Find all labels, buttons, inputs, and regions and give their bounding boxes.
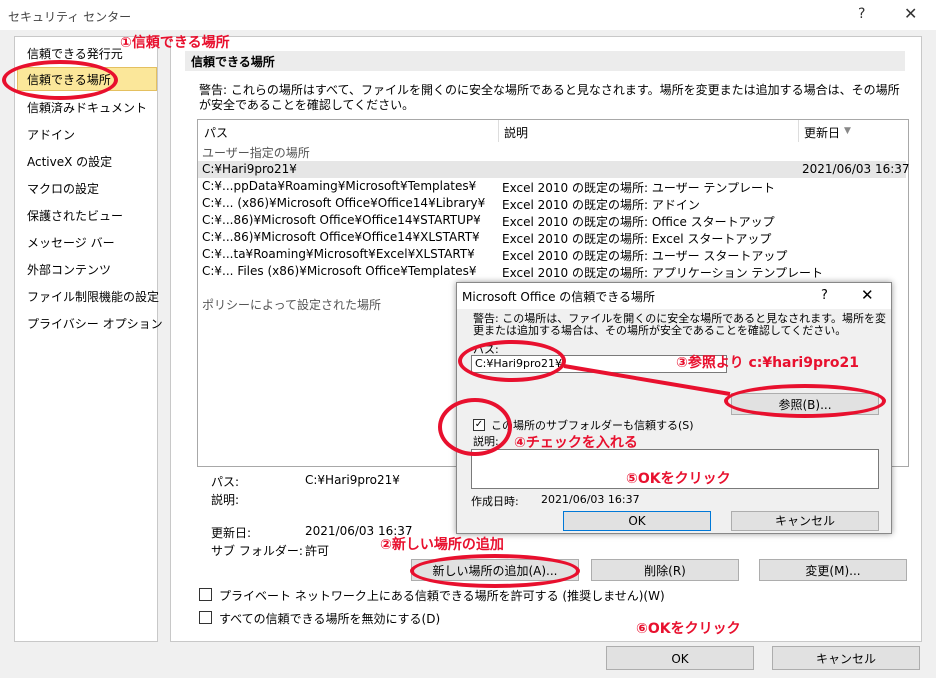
cancel-button[interactable]: キャンセル	[772, 646, 920, 670]
annotation-oval-5	[438, 398, 512, 456]
table-row[interactable]: C:¥Hari9pro21¥ 2021/06/03 16:37	[198, 161, 910, 178]
sidebar-item-protected-view[interactable]: 保護されたビュー	[27, 207, 123, 224]
sidebar-item-trusted-publishers[interactable]: 信頼できる発行元	[27, 45, 123, 62]
annotation-oval-1	[2, 60, 118, 100]
sidebar-item-external-content[interactable]: 外部コンテンツ	[27, 261, 111, 278]
sidebar-item-activex[interactable]: ActiveX の設定	[27, 153, 112, 170]
sidebar-item-addins[interactable]: アドイン	[27, 126, 75, 143]
sidebar-item-privacy[interactable]: プライバシー オプション	[27, 315, 163, 332]
detail-date-label: 更新日:	[211, 526, 252, 540]
table-row[interactable]: C:¥... (x86)¥Microsoft Office¥Office14¥L…	[198, 195, 906, 212]
detail-path-value: C:¥Hari9pro21¥	[305, 473, 400, 487]
column-path[interactable]: パス	[204, 124, 228, 141]
dialog-title: Microsoft Office の信頼できる場所	[462, 290, 656, 304]
table-row[interactable]: C:¥...86)¥Microsoft Office¥Office14¥XLST…	[198, 229, 906, 246]
sidebar-item-macro[interactable]: マクロの設定	[27, 180, 99, 197]
annotation-4: ④チェックを入れる	[514, 435, 638, 451]
table-row[interactable]: C:¥...ta¥Roaming¥Microsoft¥Excel¥XLSTART…	[198, 246, 906, 263]
section-header: 信頼できる場所	[185, 51, 905, 71]
table-row[interactable]: C:¥... Files (x86)¥Microsoft Office¥Temp…	[198, 263, 906, 280]
column-separator	[498, 120, 499, 142]
annotation-2: ②新しい場所の追加	[380, 537, 504, 553]
subfolders-label[interactable]: この場所のサブフォルダーも信頼する(S)	[491, 417, 694, 433]
column-desc[interactable]: 説明	[504, 124, 528, 141]
dialog-close-icon[interactable]: ✕	[861, 286, 874, 304]
warning-text: 警告: これらの場所はすべて、ファイルを開くのに安全な場所であると見なされます。…	[199, 83, 900, 112]
annotation-oval-2	[410, 554, 580, 588]
group-user: ユーザー指定の場所	[202, 146, 310, 160]
detail-sub-label: サブ フォルダー:	[211, 544, 303, 558]
help-icon[interactable]: ?	[858, 6, 865, 22]
created-value: 2021/06/03 16:37	[541, 493, 640, 506]
annotation-oval-4	[724, 384, 886, 418]
dialog-title-bar: Microsoft Office の信頼できる場所 ? ✕	[457, 283, 891, 309]
annotation-6: ⑥OKをクリック	[636, 621, 741, 637]
annotation-oval-3	[458, 340, 566, 382]
remove-button[interactable]: 削除(R)	[591, 559, 739, 581]
window-title: セキュリティ センター	[8, 10, 132, 24]
detail-desc-label: 説明:	[211, 493, 240, 507]
modify-button[interactable]: 変更(M)...	[759, 559, 907, 581]
table-row[interactable]: C:¥...ppData¥Roaming¥Microsoft¥Templates…	[198, 178, 906, 195]
table-row[interactable]: C:¥...86)¥Microsoft Office¥Office14¥STAR…	[198, 212, 906, 229]
detail-path-label: パス:	[211, 475, 240, 489]
sidebar-item-trusted-documents[interactable]: 信頼済みドキュメント	[27, 99, 147, 116]
annotation-3: ③参照より c:¥hari9pro21	[676, 355, 859, 371]
allow-network-label[interactable]: プライベート ネットワーク上にある信頼できる場所を許可する (推奨しません)(W…	[219, 587, 665, 604]
annotation-5: ⑤OKをクリック	[626, 471, 731, 487]
annotation-1: ①信頼できる場所	[120, 35, 230, 51]
dialog-cancel-button[interactable]: キャンセル	[731, 511, 879, 531]
column-separator	[798, 120, 799, 142]
disable-all-checkbox[interactable]	[199, 611, 212, 624]
disable-all-label[interactable]: すべての信頼できる場所を無効にする(D)	[219, 610, 440, 627]
ok-button[interactable]: OK	[606, 646, 754, 670]
group-policy: ポリシーによって設定された場所	[202, 298, 382, 312]
sort-down-icon: ▼	[844, 126, 851, 136]
created-label: 作成日時:	[471, 495, 519, 508]
sidebar-item-file-block[interactable]: ファイル制限機能の設定	[27, 288, 159, 305]
sidebar: 信頼できる発行元 信頼できる場所 信頼済みドキュメント アドイン ActiveX…	[14, 36, 163, 642]
detail-sub-value: 許可	[305, 544, 330, 558]
dialog-warning: 警告: この場所は、ファイルを開くのに安全な場所であると見なされます。場所を変更…	[473, 312, 886, 337]
sidebar-item-message-bar[interactable]: メッセージ バー	[27, 234, 115, 251]
column-modified[interactable]: 更新日	[804, 124, 840, 141]
dialog-ok-button[interactable]: OK	[563, 511, 711, 531]
title-bar: セキュリティ センター ? ✕	[0, 0, 936, 30]
allow-network-checkbox[interactable]	[199, 588, 212, 601]
close-icon[interactable]: ✕	[904, 4, 917, 23]
dialog-help-icon[interactable]: ?	[821, 288, 828, 303]
